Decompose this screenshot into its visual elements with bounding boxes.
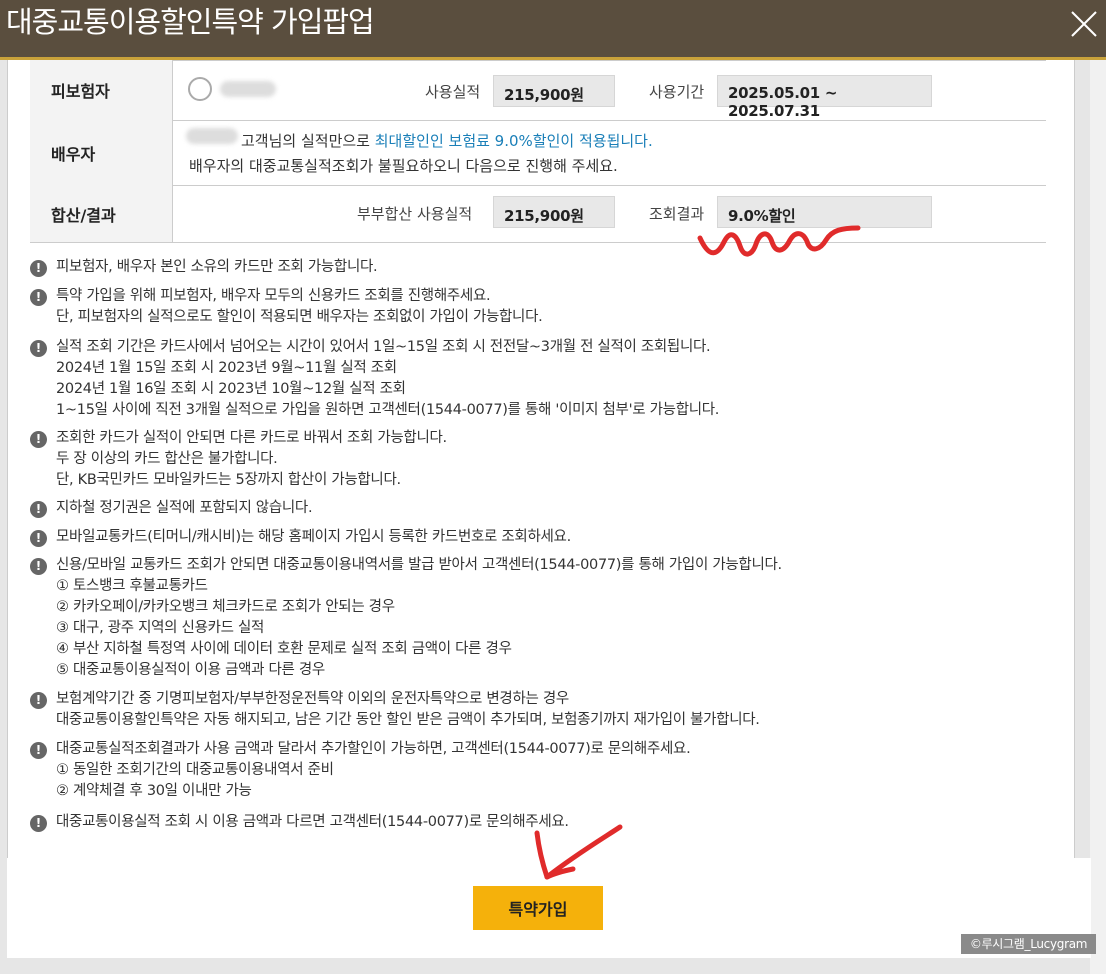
note-line: 2024년 1월 16일 조회 시 2023년 10월~12월 실적 조회 bbox=[56, 381, 406, 397]
combined-usage-value: 215,900원 bbox=[493, 196, 615, 228]
spouse-notice-line1: 고객님의 실적만으로 최대할인인 보험료 9.0%할인이 적용됩니다. bbox=[241, 130, 653, 151]
combined-usage-label: 부부합산 사용실적 bbox=[357, 205, 473, 223]
discount-highlight: 최대할인인 보험료 9.0%할인이 적용됩니다. bbox=[374, 132, 653, 150]
exclamation-icon: ! bbox=[30, 501, 47, 518]
exclamation-icon: ! bbox=[30, 289, 47, 306]
period-value: 2025.05.01 ~ 2025.07.31 bbox=[717, 75, 932, 120]
note-line: 대중교통실적조회결과가 사용 금액과 달라서 추가할인이 가능하면, 고객센터(… bbox=[56, 741, 691, 757]
note-line: ① 토스뱅크 후불교통카드 bbox=[56, 578, 208, 594]
note-item: ! 피보험자, 배우자 본인 소유의 카드만 조회 가능합니다. bbox=[30, 257, 1070, 278]
popup-title: 대중교통이용할인특약 가입팝업 bbox=[6, 5, 375, 39]
usage-value: 215,900원 bbox=[493, 75, 615, 107]
note-line: 단, 피보험자의 실적으로도 할인이 적용되면 배우자는 조회없이 가입이 가능… bbox=[56, 309, 543, 325]
spouse-notice-line2: 배우자의 대중교통실적조회가 불필요하오니 다음으로 진행해 주세요. bbox=[189, 157, 618, 175]
note-item: ! 보험계약기간 중 기명피보험자/부부한정운전특약 이외의 운전자특약으로 변… bbox=[30, 689, 1070, 731]
spouse-header: 배우자 bbox=[30, 120, 173, 185]
exclamation-icon: ! bbox=[30, 431, 47, 448]
note-item: ! 모바일교통카드(티머니/캐시비)는 해당 홈페이지 가입시 등록한 카드번호… bbox=[30, 527, 1070, 548]
note-line: 실적 조회 기간은 카드사에서 넘어오는 시간이 있어서 1일~15일 조회 시… bbox=[56, 339, 711, 355]
note-line: ② 카카오페이/카카오뱅크 체크카드로 조회가 안되는 경우 bbox=[56, 599, 395, 615]
exclamation-icon: ! bbox=[30, 692, 47, 709]
note-line: 두 장 이상의 카드 합산은 불가합니다. bbox=[56, 451, 278, 467]
usage-label: 사용실적 bbox=[425, 83, 481, 101]
result-header: 합산/결과 bbox=[30, 185, 173, 242]
note-line: ① 동일한 조회기간의 대중교통이용내역서 준비 bbox=[56, 762, 334, 778]
note-line: 대중교통이용할인특약은 자동 해지되고, 남은 기간 동안 할인 받은 금액이 … bbox=[56, 712, 760, 728]
join-rider-button[interactable]: 특약가입 bbox=[473, 886, 603, 930]
insured-header: 피보험자 bbox=[30, 60, 173, 120]
note-line: 특약 가입을 위해 피보험자, 배우자 모두의 신용카드 조회를 진행해주세요. bbox=[56, 288, 491, 304]
note-line: 모바일교통카드(티머니/캐시비)는 해당 홈페이지 가입시 등록한 카드번호로 … bbox=[56, 529, 571, 545]
note-line: ④ 부산 지하철 특정역 사이에 데이터 호환 문제로 실적 조회 금액이 다른… bbox=[56, 641, 512, 657]
note-item: ! 신용/모바일 교통카드 조회가 안되면 대중교통이용내역서를 발급 받아서 … bbox=[30, 555, 1070, 681]
scrollbar[interactable] bbox=[1090, 60, 1106, 974]
masked-name bbox=[220, 81, 276, 97]
note-line: ③ 대구, 광주 지역의 신용카드 실적 bbox=[56, 620, 265, 636]
exclamation-icon: ! bbox=[30, 530, 47, 547]
note-item: ! 지하철 정기권은 실적에 포함되지 않습니다. bbox=[30, 498, 1070, 519]
note-line: ② 계약체결 후 30일 이내만 가능 bbox=[56, 783, 252, 799]
note-line: 2024년 1월 15일 조회 시 2023년 9월~11월 실적 조회 bbox=[56, 360, 397, 376]
note-item: ! 조회한 카드가 실적이 안되면 다른 카드로 바꿔서 조회 가능합니다. 두… bbox=[30, 428, 1070, 491]
note-line: 조회한 카드가 실적이 안되면 다른 카드로 바꿔서 조회 가능합니다. bbox=[56, 430, 447, 446]
spouse-notice-text: 고객님의 실적만으로 bbox=[241, 132, 375, 150]
exclamation-icon: ! bbox=[30, 742, 47, 759]
note-line: 단, KB국민카드 모바일카드는 5장까지 합산이 가능합니다. bbox=[56, 472, 401, 488]
note-item: ! 실적 조회 기간은 카드사에서 넘어오는 시간이 있어서 1일~15일 조회… bbox=[30, 337, 1070, 421]
note-item: ! 특약 가입을 위해 피보험자, 배우자 모두의 신용카드 조회를 진행해주세… bbox=[30, 286, 1070, 328]
insured-radio[interactable] bbox=[188, 77, 212, 101]
masked-name-2 bbox=[186, 128, 238, 144]
exclamation-icon: ! bbox=[30, 340, 47, 357]
exclamation-icon: ! bbox=[30, 815, 47, 832]
exclamation-icon: ! bbox=[30, 260, 47, 277]
note-line: 보험계약기간 중 기명피보험자/부부한정운전특약 이외의 운전자특약으로 변경하… bbox=[56, 691, 569, 707]
note-line: ⑤ 대중교통이용실적이 이용 금액과 다른 경우 bbox=[56, 662, 325, 678]
note-line: 지하철 정기권은 실적에 포함되지 않습니다. bbox=[56, 500, 313, 516]
exclamation-icon: ! bbox=[30, 558, 47, 575]
period-label: 사용기간 bbox=[649, 83, 705, 101]
close-icon[interactable] bbox=[1068, 8, 1100, 40]
watermark: ©루시그램_Lucygram bbox=[961, 934, 1096, 954]
note-line: 신용/모바일 교통카드 조회가 안되면 대중교통이용내역서를 발급 받아서 고객… bbox=[56, 557, 782, 573]
note-line: 피보험자, 배우자 본인 소유의 카드만 조회 가능합니다. bbox=[56, 259, 378, 275]
note-item: ! 대중교통실적조회결과가 사용 금액과 달라서 추가할인이 가능하면, 고객센… bbox=[30, 739, 1070, 802]
red-squiggle-annotation bbox=[697, 225, 861, 257]
red-arrow-annotation bbox=[534, 824, 623, 880]
note-line: 1~15일 사이에 직전 3개월 실적으로 가입을 원하면 고객센터(1544-… bbox=[56, 402, 720, 418]
